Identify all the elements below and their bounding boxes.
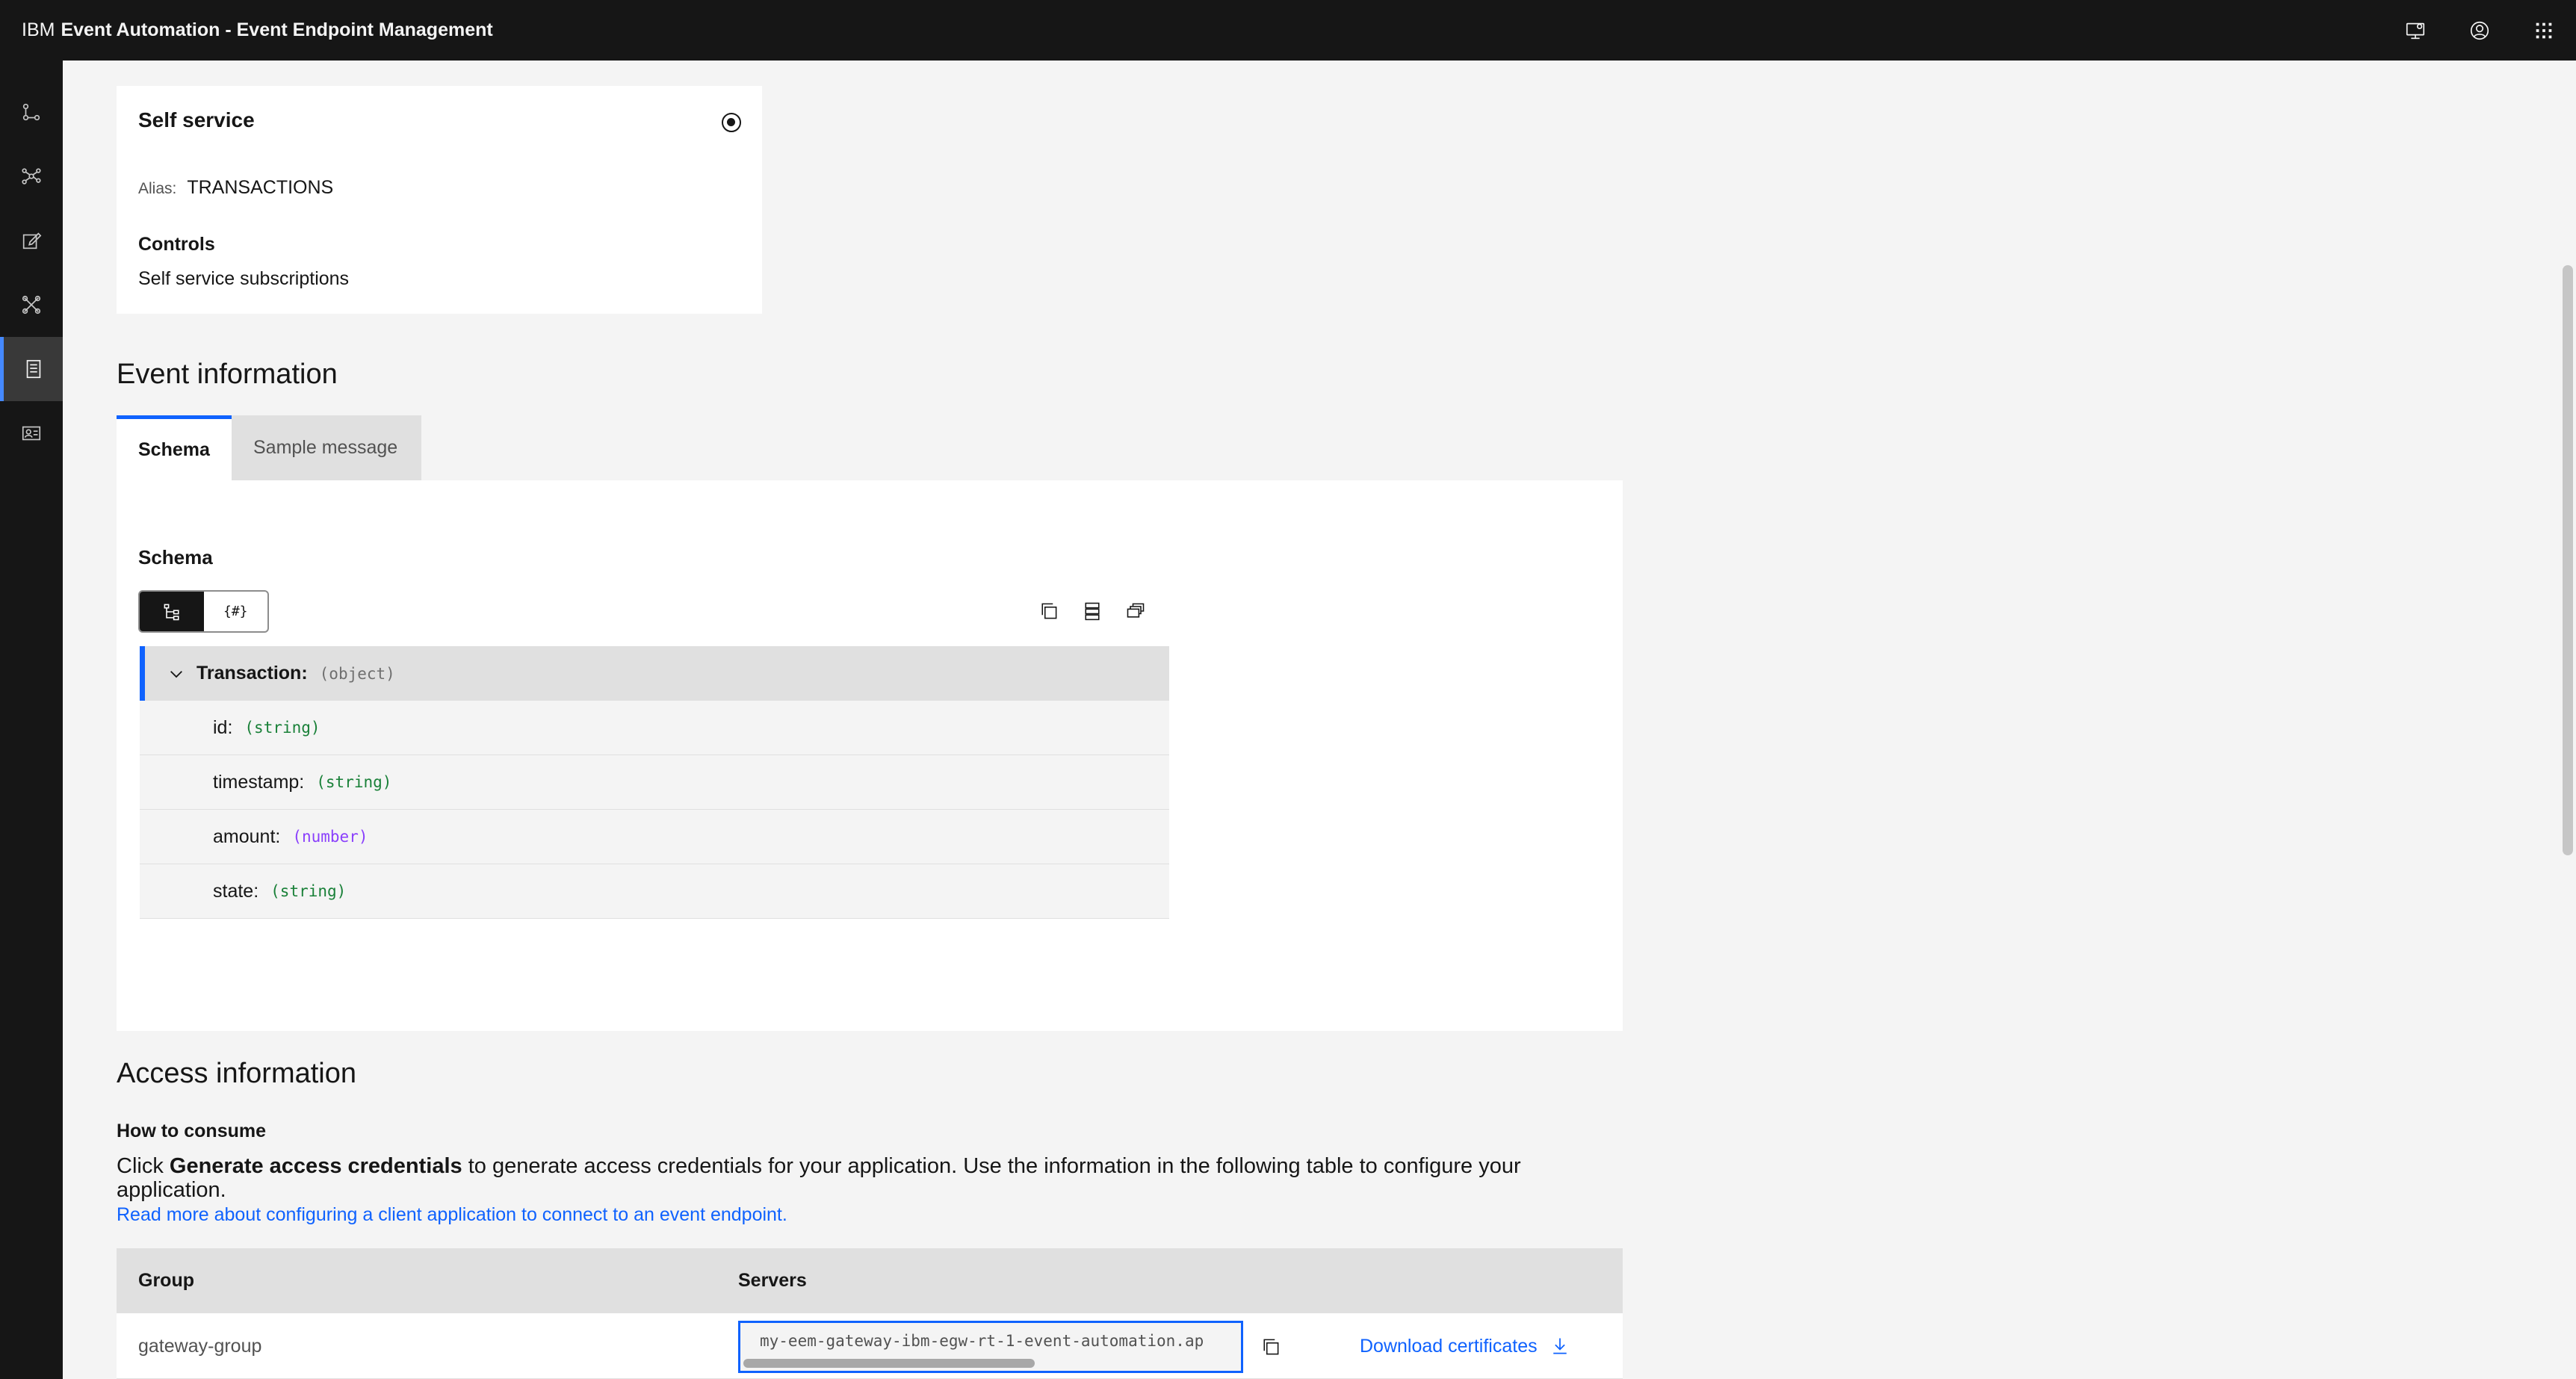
notification-monitor-icon[interactable] [2383,0,2447,61]
root-property-name: Transaction: [196,663,308,684]
schema-toolbar [1034,596,1151,626]
self-service-card: Self service Alias: TRANSACTIONS Control… [117,86,762,314]
tab-schema[interactable]: Schema [117,415,232,480]
id-card-icon[interactable] [0,401,63,465]
schema-panel: Schema {#} Transaction: (object) id: (st… [117,480,1623,1031]
event-info-tabs: Schema Sample message [117,415,421,480]
tree-row[interactable]: timestamp: (string) [140,755,1169,810]
table-row: gateway-group my-eem-gateway-ibm-egw-rt-… [117,1313,1623,1379]
para-prefix: Click [117,1154,170,1178]
tree-root-row[interactable]: Transaction: (object) [140,646,1169,701]
brand-product: Event Automation - Event Endpoint Manage… [61,19,493,40]
tree-row[interactable]: id: (string) [140,701,1169,755]
self-service-title: Self service [138,108,255,131]
para-bold: Generate access credentials [169,1154,462,1178]
user-avatar-icon[interactable] [2447,0,2512,61]
radio-selected-icon[interactable] [722,113,741,132]
download-icon [1552,1338,1567,1354]
network-icon[interactable] [0,144,63,208]
property-name: amount: [213,825,281,847]
app-title[interactable]: IBM Event Automation - Event Endpoint Ma… [22,19,493,41]
property-type: (string) [270,882,347,900]
access-information-title: Access information [117,1058,357,1089]
event-information-title: Event information [117,359,338,390]
brand-ibm: IBM [22,19,55,40]
schema-heading: Schema [138,546,213,568]
configure-client-link[interactable]: Read more about configuring a client app… [117,1204,787,1226]
page-scrollbar[interactable] [2563,265,2573,855]
access-instructions: Click Generate access credentials to gen… [117,1154,1536,1202]
column-header-servers: Servers [738,1270,807,1291]
copy-server-icon[interactable] [1254,1330,1288,1364]
copy-icon[interactable] [1034,596,1064,626]
server-field-scrollbar[interactable] [743,1359,1035,1368]
property-type: (string) [244,719,321,737]
tree-row[interactable]: amount: (number) [140,810,1169,864]
server-address-text: my-eem-gateway-ibm-egw-rt-1-event-automa… [760,1332,1204,1350]
property-name: timestamp: [213,771,305,793]
schema-view-switcher: {#} [138,590,269,633]
tools-icon[interactable] [0,273,63,337]
topology-icon[interactable] [0,80,63,144]
alias-value: TRANSACTIONS [187,177,334,198]
app-header: IBM Event Automation - Event Endpoint Ma… [0,0,2576,61]
download-certificates-label: Download certificates [1360,1335,1538,1357]
catalog-icon[interactable] [0,337,63,401]
property-type: (number) [292,828,368,846]
code-view-button[interactable]: {#} [204,592,268,631]
property-name: id: [213,716,233,738]
alias-label: Alias: [138,180,177,197]
tab-sample-message[interactable]: Sample message [232,415,421,480]
tree-row[interactable]: state: (string) [140,864,1169,919]
controls-value: Self service subscriptions [138,268,350,289]
collapse-all-icon[interactable] [1121,596,1151,626]
column-header-group: Group [138,1270,194,1291]
tree-view-icon [164,604,179,620]
edit-icon[interactable] [0,208,63,273]
app-switcher-icon[interactable] [2512,0,2576,61]
controls-title: Controls [138,234,215,255]
property-type: (string) [316,773,392,791]
how-to-consume-heading: How to consume [117,1121,267,1141]
side-nav [0,61,63,1379]
header-actions [2383,0,2576,61]
group-cell: gateway-group [138,1335,262,1357]
download-certificates-link[interactable]: Download certificates [1360,1313,1570,1379]
chevron-down-icon[interactable] [167,664,186,684]
access-table-header: Group Servers [117,1248,1623,1313]
expand-all-icon[interactable] [1077,596,1107,626]
alias-row: Alias: TRANSACTIONS [138,177,333,199]
tree-view-button[interactable] [140,592,204,631]
server-address-field[interactable]: my-eem-gateway-ibm-egw-rt-1-event-automa… [738,1321,1243,1373]
root-property-type: (object) [319,664,395,683]
property-name: state: [213,880,259,902]
schema-tree: Transaction: (object) id: (string) times… [140,646,1169,919]
